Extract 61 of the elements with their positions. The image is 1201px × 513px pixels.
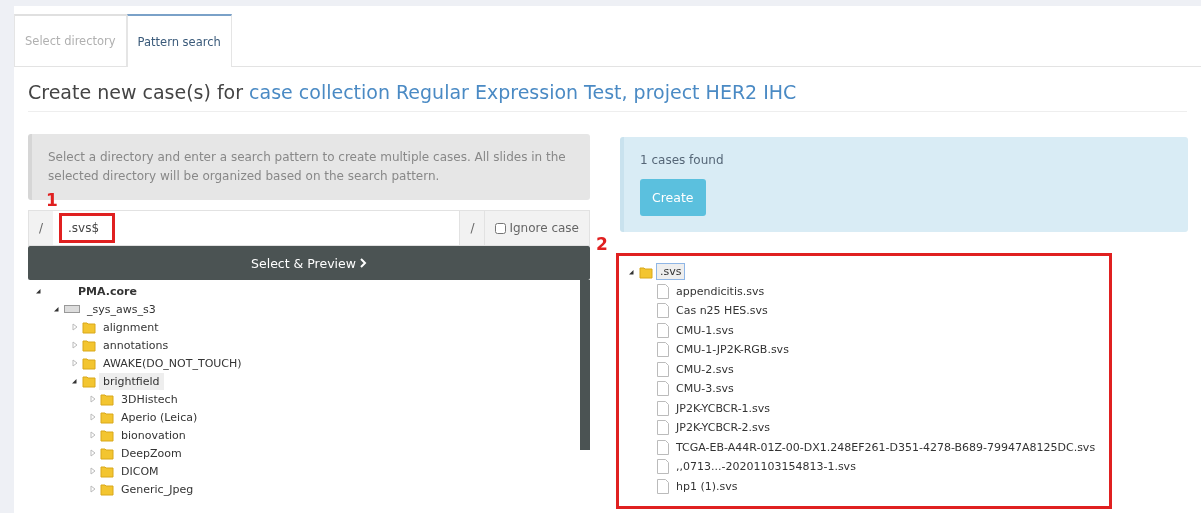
tree-item[interactable]: CMU-1-JP2K-RGB.svs: [672, 341, 793, 359]
tree-item[interactable]: appendicitis.svs: [672, 282, 769, 300]
folder-icon: [100, 464, 114, 478]
tree-item[interactable]: JP2K-YCBCR-2.svs: [672, 419, 775, 437]
file-icon: [657, 478, 669, 494]
tree-item[interactable]: ,,0713...-20201103154813-1.svs: [672, 458, 860, 476]
file-icon: [657, 381, 669, 397]
ignore-case-checkbox[interactable]: [495, 222, 507, 234]
folder-icon: [82, 356, 96, 370]
folder-icon: [100, 428, 114, 442]
tree-item[interactable]: DeepZoom: [117, 444, 186, 462]
tree-item[interactable]: CMU-1.svs: [672, 321, 738, 339]
folder-icon: [100, 392, 114, 406]
file-icon: [657, 400, 669, 416]
tree-item[interactable]: bionovation: [117, 426, 190, 444]
callout-number: 1: [46, 192, 58, 209]
folder-icon: [639, 264, 653, 279]
tree-item[interactable]: CMU-2.svs: [672, 360, 738, 378]
tree-item[interactable]: AWAKE(DO_NOT_TOUCH): [99, 354, 246, 372]
tree-item[interactable]: .svs: [656, 263, 686, 281]
folder-icon: [100, 410, 114, 424]
folder-icon: [82, 338, 96, 352]
file-icon: [657, 420, 669, 436]
drive-icon: [64, 304, 80, 314]
tree-item[interactable]: 3DHistech: [117, 390, 182, 408]
file-icon: [657, 361, 669, 377]
chevron-right-icon: [358, 258, 367, 268]
tree-item[interactable]: DICOM: [117, 462, 163, 480]
folder-icon: [100, 446, 114, 460]
tree-item[interactable]: annotations: [99, 336, 173, 354]
file-icon: [657, 322, 669, 338]
page-heading: Create new case(s) for case collection Regular Expression Test, project HER2 IHC: [28, 81, 1187, 112]
file-icon: [657, 342, 669, 358]
tree-item[interactable]: alignment: [99, 318, 163, 336]
folder-icon: [82, 374, 96, 388]
tree-item[interactable]: brightfield: [99, 372, 164, 390]
file-icon: [657, 283, 669, 299]
tree-item[interactable]: _sys_aws_s3: [83, 300, 160, 318]
collection-link[interactable]: case collection Regular Expression Test, project HER2 IHC: [249, 81, 797, 103]
tree-item[interactable]: Cas n25 HES.svs: [672, 302, 772, 320]
tree-item[interactable]: hp1 (1).svs: [672, 477, 742, 495]
open-delimiter: /: [29, 211, 54, 245]
tree-item[interactable]: CMU-3.svs: [672, 380, 738, 398]
tree-item[interactable]: PMA.core: [74, 282, 141, 300]
tab[interactable]: Pattern search: [126, 14, 232, 67]
cases-count: 1 cases found: [640, 153, 725, 167]
checkbox-label: Ignore case: [509, 221, 579, 235]
file-icon: [657, 459, 669, 475]
file-icon: [657, 303, 669, 319]
tree-item[interactable]: JP2K-YCBCR-1.svs: [672, 399, 775, 417]
select-preview-button[interactable]: Select & Preview: [28, 246, 590, 280]
callout-number: 2: [596, 236, 608, 253]
tree-item[interactable]: Aperio (Leica): [117, 408, 202, 426]
tree-item[interactable]: TCGA-EB-A44R-01Z-00-DX1.248EF261-D351-4278-B689-79947A8125DC.svs: [672, 438, 1100, 456]
folder-icon: [82, 320, 96, 334]
close-delimiter: /: [459, 211, 485, 245]
pattern-field[interactable]: .svs$: [59, 213, 116, 243]
tree-item[interactable]: Generic_Jpeg: [117, 480, 198, 498]
scrollbar[interactable]: [580, 280, 590, 450]
folder-icon: [100, 482, 114, 496]
file-icon: [657, 439, 669, 455]
